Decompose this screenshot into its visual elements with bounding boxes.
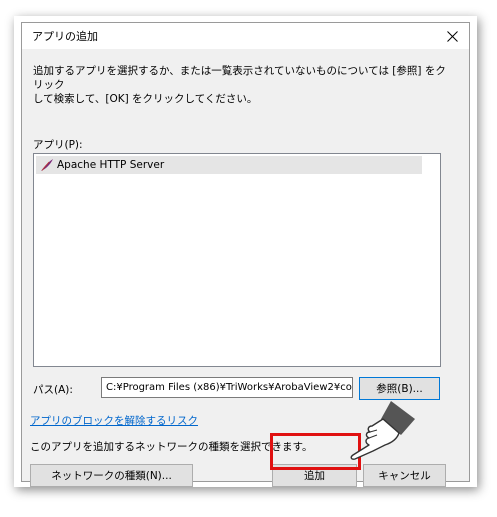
title-bar: アプリの追加 <box>22 23 469 49</box>
browse-button[interactable]: 参照(B)... <box>359 377 440 400</box>
unblock-risk-link[interactable]: アプリのブロックを解除するリスク <box>30 413 198 428</box>
dialog-body: 追加するアプリを選択するか、または一覧表示されていないものについては [参照] … <box>22 49 469 487</box>
close-icon <box>446 30 458 42</box>
cancel-button[interactable]: キャンセル <box>363 464 446 487</box>
network-types-button[interactable]: ネットワークの種類(N)... <box>30 464 193 487</box>
apps-listbox[interactable]: Apache HTTP Server <box>33 153 441 367</box>
instruction-text: 追加するアプリを選択するか、または一覧表示されていないものについては [参照] … <box>33 65 446 105</box>
dialog-title: アプリの追加 <box>32 30 98 43</box>
app-name: Apache HTTP Server <box>57 159 165 171</box>
feather-icon <box>40 158 54 172</box>
path-label: パス(A): <box>33 384 73 396</box>
apps-label: アプリ(P): <box>33 139 83 151</box>
list-item[interactable]: Apache HTTP Server <box>36 156 422 174</box>
network-description: このアプリを追加するネットワークの種類を選択できます。 <box>30 441 313 453</box>
close-button[interactable] <box>435 23 469 49</box>
path-input[interactable]: C:¥Program Files (x86)¥TriWorks¥ArobaVie… <box>101 377 353 398</box>
add-button[interactable]: 追加 <box>272 464 357 487</box>
add-app-dialog: アプリの追加 追加するアプリを選択するか、または一覧表示されていないものについて… <box>21 22 470 487</box>
